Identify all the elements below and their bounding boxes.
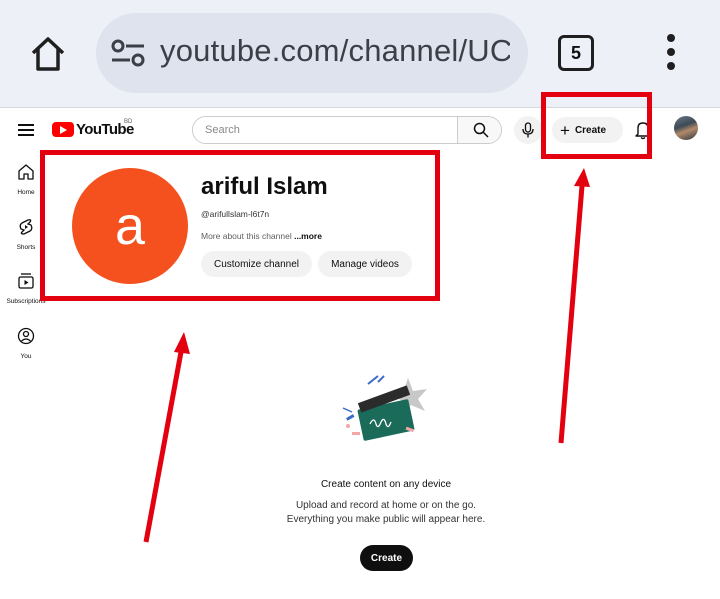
sidebar-item-label: You	[20, 353, 32, 360]
youtube-logo[interactable]: YouTube BD	[52, 119, 134, 138]
you-icon	[17, 327, 35, 345]
sidebar-item-you[interactable]: You	[2, 327, 50, 360]
empty-state-line-1: Upload and record at home or on the go.	[295, 500, 477, 511]
home-icon	[18, 164, 34, 180]
empty-state-create-button[interactable]: Create	[360, 545, 413, 571]
account-avatar[interactable]	[674, 116, 698, 140]
country-code: BD	[124, 119, 133, 125]
browser-home-button[interactable]	[26, 32, 70, 76]
empty-state-line-2: Everything you make public will appear h…	[286, 514, 486, 525]
search-button[interactable]	[457, 117, 501, 143]
arrow-to-create-button	[558, 168, 590, 444]
arrow-to-channel-info	[143, 332, 190, 543]
address-bar[interactable]: youtube.com/channel/UC	[96, 13, 528, 93]
browser-menu-icon[interactable]	[662, 34, 682, 74]
channel-info-highlight-box	[40, 150, 440, 301]
create-button-highlight-box	[541, 92, 652, 159]
shorts-icon	[19, 219, 33, 235]
home-icon	[31, 37, 65, 71]
hamburger-menu-icon[interactable]	[18, 123, 34, 137]
url-text[interactable]: youtube.com/channel/UC	[160, 33, 510, 69]
voice-search-button[interactable]	[514, 116, 542, 144]
tab-switcher-button[interactable]: 5	[558, 35, 594, 71]
search-icon	[473, 122, 489, 138]
subscriptions-icon	[18, 273, 34, 289]
microphone-icon	[522, 122, 534, 138]
search-input[interactable]	[193, 117, 457, 143]
empty-state-title: Create content on any device	[320, 479, 452, 490]
empty-state-description: Upload and record at home or on the go. …	[250, 499, 522, 527]
clapperboard-illustration	[342, 375, 427, 441]
search-box	[192, 116, 502, 144]
site-settings-icon[interactable]	[110, 37, 146, 69]
youtube-play-icon	[52, 122, 74, 137]
